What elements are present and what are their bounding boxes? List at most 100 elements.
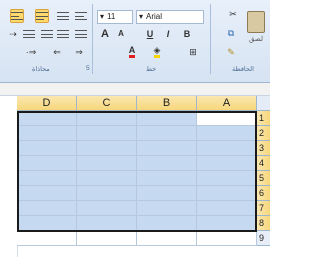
font-color-button[interactable]: A: [122, 45, 142, 59]
align-left-button[interactable]: [56, 27, 70, 41]
align-bottom-icon: [57, 12, 69, 20]
row-header-8[interactable]: 8: [257, 216, 270, 231]
cell-b2[interactable]: [137, 126, 197, 141]
cell-c8[interactable]: [77, 216, 137, 231]
cell-a2[interactable]: [197, 126, 257, 141]
cell-b6[interactable]: [137, 186, 197, 201]
justify-button[interactable]: [74, 27, 88, 41]
row-header-1[interactable]: 1: [257, 111, 270, 126]
cell-a8[interactable]: [197, 216, 257, 231]
font-group-label: خط: [146, 66, 157, 73]
wrap-text-icon: ⇢: [9, 28, 17, 39]
increase-font-button[interactable]: A: [98, 27, 112, 41]
cell-c5[interactable]: [77, 171, 137, 186]
column-header-d[interactable]: D: [17, 96, 77, 111]
column-header-c[interactable]: C: [77, 96, 137, 111]
cell-b3[interactable]: [137, 141, 197, 156]
orientation-icon: [75, 12, 87, 20]
cell-d7[interactable]: [17, 201, 77, 216]
cell-b7[interactable]: [137, 201, 197, 216]
align-bottom-button[interactable]: [56, 9, 70, 23]
cell-c9[interactable]: [77, 231, 137, 246]
cell-d6[interactable]: [17, 186, 77, 201]
bold-button[interactable]: B: [180, 27, 194, 41]
font-color-icon: A: [128, 46, 136, 58]
borders-button[interactable]: ⊞: [185, 45, 201, 59]
cut-button[interactable]: ✂: [226, 7, 240, 21]
cell-a5[interactable]: [197, 171, 257, 186]
cell-a3[interactable]: [197, 141, 257, 156]
cell-c2[interactable]: [77, 126, 137, 141]
underline-icon: U: [146, 28, 154, 39]
cell-d5[interactable]: [17, 171, 77, 186]
italic-icon: I: [166, 28, 170, 39]
cell-a1[interactable]: [197, 111, 257, 126]
cell-b8[interactable]: [137, 216, 197, 231]
cell-d3[interactable]: [17, 141, 77, 156]
align-top-icon: [11, 12, 23, 20]
cell-d8[interactable]: [17, 216, 77, 231]
cell-a7[interactable]: [197, 201, 257, 216]
formula-bar[interactable]: [0, 83, 270, 96]
copy-button[interactable]: ⧉: [222, 26, 240, 40]
align-right-button[interactable]: [22, 27, 36, 41]
scissors-icon: ✂: [229, 8, 237, 19]
format-painter-button[interactable]: ✎: [222, 45, 240, 59]
align-top-button[interactable]: [10, 9, 24, 23]
cell-d4[interactable]: [17, 156, 77, 171]
row-header-5[interactable]: 5: [257, 171, 270, 186]
justify-icon: [75, 30, 87, 38]
increase-indent-icon: ⇒: [75, 46, 83, 57]
cell-c6[interactable]: [77, 186, 137, 201]
paste-button[interactable]: لصق: [244, 6, 268, 48]
align-middle-icon: [36, 12, 48, 20]
italic-button[interactable]: I: [161, 27, 175, 41]
text-direction-button[interactable]: ·⇒: [20, 45, 42, 59]
row-header-9[interactable]: 9: [257, 231, 270, 246]
cell-a4[interactable]: [197, 156, 257, 171]
sheet-gutter: [0, 111, 18, 257]
align-right-icon: [23, 30, 35, 38]
column-header-b[interactable]: B: [137, 96, 197, 111]
borders-icon: ⊞: [189, 46, 197, 57]
underline-button[interactable]: U: [143, 27, 157, 41]
font-size-combo[interactable]: ▾ 11: [97, 10, 133, 24]
fill-color-button[interactable]: ◈: [148, 45, 166, 59]
select-all-corner[interactable]: [257, 96, 270, 111]
cell-a9[interactable]: [197, 231, 257, 246]
cell-c3[interactable]: [77, 141, 137, 156]
row-header-6[interactable]: 6: [257, 186, 270, 201]
cell-b1[interactable]: [137, 111, 197, 126]
shrink-font-icon: A: [118, 29, 124, 38]
cell-d2[interactable]: [17, 126, 77, 141]
row-header-2[interactable]: 2: [257, 126, 270, 141]
worksheet[interactable]: DCBA123456789: [0, 96, 270, 257]
clipboard-group-label: الحافظة: [232, 66, 254, 73]
cell-c7[interactable]: [77, 201, 137, 216]
cell-d9[interactable]: [17, 231, 77, 246]
align-center-icon: [41, 30, 53, 38]
cell-c1[interactable]: [77, 111, 137, 126]
paste-label: لصق: [248, 36, 264, 43]
cell-a6[interactable]: [197, 186, 257, 201]
column-header-a[interactable]: A: [197, 96, 257, 111]
cell-b5[interactable]: [137, 171, 197, 186]
decrease-font-button[interactable]: A: [114, 27, 128, 41]
decrease-indent-icon: ⇐: [53, 46, 61, 57]
decrease-indent-button[interactable]: ⇐: [50, 45, 64, 59]
row-header-7[interactable]: 7: [257, 201, 270, 216]
align-middle-button[interactable]: [35, 9, 49, 23]
cell-c4[interactable]: [77, 156, 137, 171]
font-name-combo[interactable]: ▾ Arial: [136, 10, 204, 24]
cell-b9[interactable]: [137, 231, 197, 246]
row-header-3[interactable]: 3: [257, 141, 270, 156]
orientation-button[interactable]: [74, 9, 88, 23]
bold-icon: B: [183, 28, 191, 39]
align-center-button[interactable]: [40, 27, 54, 41]
cell-b4[interactable]: [137, 156, 197, 171]
dropdown-arrow-icon: ▾: [100, 12, 105, 21]
cell-d1[interactable]: [17, 111, 77, 126]
wrap-text-button[interactable]: ⇢: [6, 27, 20, 41]
increase-indent-button[interactable]: ⇒: [72, 45, 86, 59]
row-header-4[interactable]: 4: [257, 156, 270, 171]
